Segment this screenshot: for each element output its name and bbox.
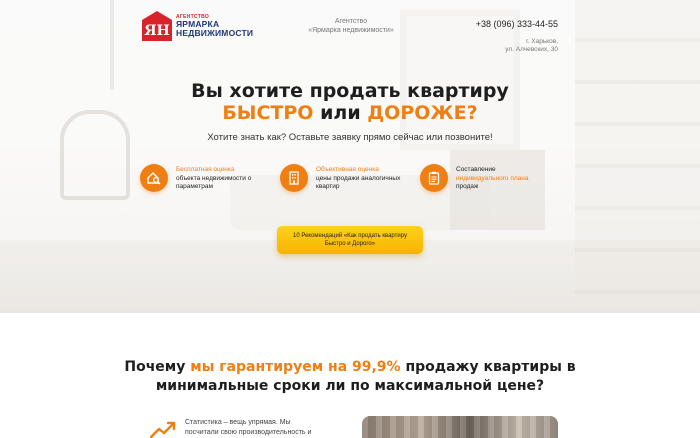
statistics-line-2: посчитали свою производительность и [185, 429, 312, 436]
statistics-text: Статистика – вещь упрямая. Мы посчитали … [185, 418, 345, 438]
building-icon [280, 164, 308, 192]
feature-description: цены продажи аналогичных квартир [316, 174, 401, 191]
hero-background-lamp [110, 0, 114, 90]
feature-free-valuation: Бесплатная оценка объекта недвижимости о… [140, 164, 280, 192]
logo-line-2: НЕДВИЖИМОСТИ [176, 27, 254, 38]
address-street: ул. Алчевских, 30 [505, 46, 558, 53]
headline-or: или [313, 102, 368, 124]
address: г. Харьков, ул. Алчевских, 30 [476, 38, 558, 54]
why-heading-line-2: минимальные сроки ли по максимальной цен… [155, 378, 545, 394]
feature-objective-valuation: Объективная оценка цены продажи аналогич… [280, 164, 420, 192]
logo-badge-letters: ЯН [144, 23, 170, 39]
features-list: Бесплатная оценка объекта недвижимости о… [140, 164, 560, 192]
feature-sales-plan: Составление индивидуального плана продаж [420, 164, 560, 192]
why-heading-part-2: продажу квартиры в [400, 359, 576, 375]
feature-text: Составление индивидуального плана продаж [456, 164, 528, 192]
why-heading: Почему мы гарантируем на 99,9% продажу к… [0, 358, 700, 396]
clipboard-icon [420, 164, 448, 192]
growth-chart-icon [149, 420, 176, 438]
why-heading-part-1: Почему [124, 359, 191, 375]
feature-text: Объективная оценка цены продажи аналогич… [316, 164, 420, 192]
feature-title: индивидуального плана [456, 174, 529, 182]
logo-link[interactable]: ЯН АГЕНТСТВО ЯРМАРКА НЕДВИЖИМОСТИ [142, 11, 253, 41]
logo-house-icon: ЯН [142, 11, 172, 41]
agency-line-2: «Ярмарка недвижимости» [308, 27, 394, 34]
feature-text: Бесплатная оценка объекта недвижимости о… [176, 164, 280, 192]
hero-section: ЯН АГЕНТСТВО ЯРМАРКА НЕДВИЖИМОСТИ Агентс… [0, 0, 700, 313]
headline-line-1: Вы хотите продать квартиру [191, 80, 509, 102]
hero-subheadline: Хотите знать как? Оставьте заявку прямо … [207, 132, 493, 143]
headline-expensive: ДОРОЖЕ? [367, 102, 478, 124]
house-magnifier-icon [140, 164, 168, 192]
headline-fast: БЫСТРО [222, 102, 314, 124]
agency-line-1: Агентство [334, 18, 368, 25]
feature-title: Бесплатная оценка [176, 166, 235, 173]
contact-block: +38 (096) 333-44-55 г. Харьков, ул. Алче… [476, 14, 558, 54]
address-city: г. Харьков, [526, 38, 558, 45]
recommendations-button[interactable]: 10 Рекомендаций «Как продать квартиру Бы… [277, 226, 423, 254]
feature-description: продаж [456, 183, 479, 190]
phone-link[interactable]: +38 (096) 333-44-55 [476, 19, 558, 29]
logo-wordmark: АГЕНТСТВО ЯРМАРКА НЕДВИЖИМОСТИ [176, 15, 253, 37]
city-photo [362, 416, 558, 438]
agency-name: Агентство «Ярмарка недвижимости» [296, 17, 406, 35]
feature-title: Объективная оценка [316, 166, 379, 173]
hero-background-shelf [575, 0, 700, 300]
why-heading-accent: мы гарантируем на 99,9% [190, 359, 401, 375]
statistics-line-1: Статистика – вещь упрямая. Мы [185, 419, 291, 426]
feature-description: объекта недвижимости о параметрам [176, 174, 252, 191]
feature-description-before: Составление [456, 166, 496, 173]
hero-headline: Вы хотите продать квартиру БЫСТРО или ДО… [0, 80, 700, 124]
